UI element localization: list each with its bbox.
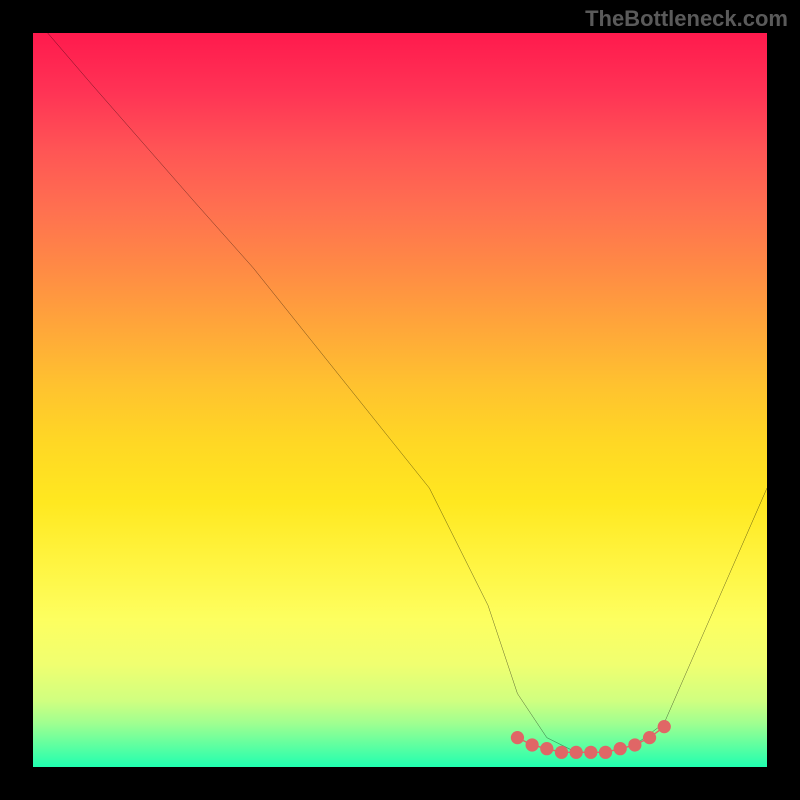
- optimal-zone-markers: [511, 720, 671, 759]
- chart-svg: [33, 33, 767, 767]
- bottleneck-curve: [48, 33, 767, 752]
- watermark-text: TheBottleneck.com: [585, 6, 788, 32]
- chart-plot-area: [33, 33, 767, 767]
